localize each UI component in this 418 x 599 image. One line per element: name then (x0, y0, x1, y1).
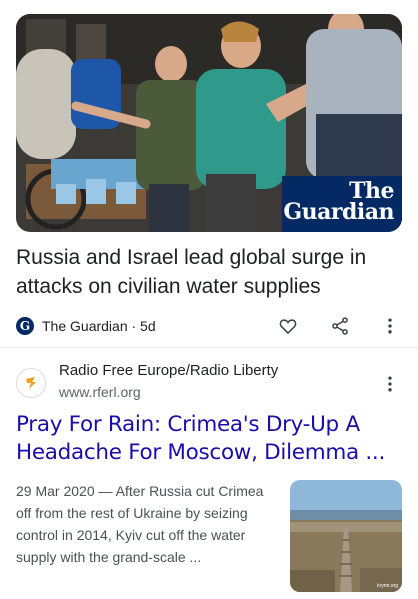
article-source-row: G The Guardian · 5d (16, 316, 402, 336)
more-vert-icon[interactable] (378, 372, 402, 396)
rferl-favicon-icon (16, 368, 46, 398)
result-title-link[interactable]: Pray For Rain: Crimea's Dry-Up A Headach… (16, 411, 402, 467)
result-thumbnail[interactable]: krymr.org (290, 480, 402, 592)
thumbnail-photo (290, 480, 402, 592)
thumbnail-credit: krymr.org (377, 583, 398, 589)
source-name: The Guardian · 5d (42, 318, 156, 334)
article-hero-image[interactable]: The Guardian (16, 14, 402, 232)
site-name: Radio Free Europe/Radio Liberty (59, 362, 279, 379)
badge-line-2: Guardian (283, 199, 394, 225)
result-site-row[interactable]: Radio Free Europe/Radio Liberty www.rfer… (16, 362, 402, 402)
guardian-favicon-icon: G (16, 317, 34, 335)
more-vert-icon[interactable] (378, 314, 402, 338)
heart-icon[interactable] (276, 314, 300, 338)
article-headline[interactable]: Russia and Israel lead global surge in a… (16, 243, 402, 301)
result-snippet: 29 Mar 2020 — After Russia cut Crimea of… (16, 483, 264, 565)
site-url: www.rferl.org (59, 384, 141, 400)
divider (0, 347, 418, 348)
guardian-logo: The Guardian (282, 176, 402, 232)
share-icon[interactable] (328, 314, 352, 338)
